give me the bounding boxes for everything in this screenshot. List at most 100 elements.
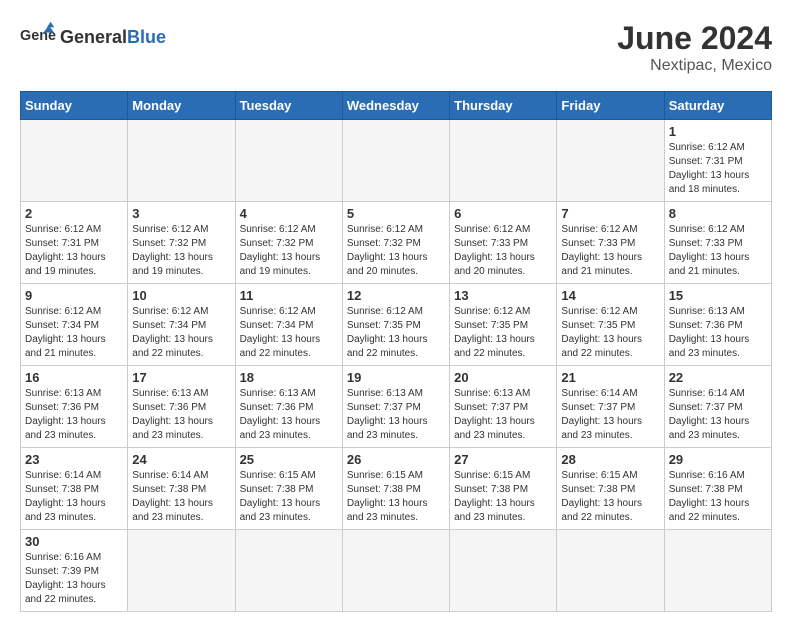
day-number: 7	[561, 206, 659, 221]
logo-blue-text: Blue	[127, 27, 166, 47]
day-number: 29	[669, 452, 767, 467]
day-number: 13	[454, 288, 552, 303]
weekday-header-monday: Monday	[128, 92, 235, 120]
day-info: Sunrise: 6:12 AM Sunset: 7:33 PM Dayligh…	[454, 223, 552, 279]
day-info: Sunrise: 6:15 AM Sunset: 7:38 PM Dayligh…	[347, 469, 445, 525]
calendar-cell	[128, 120, 235, 202]
day-number: 26	[347, 452, 445, 467]
day-number: 5	[347, 206, 445, 221]
calendar-cell: 23 Sunrise: 6:14 AM Sunset: 7:38 PM Dayli…	[21, 448, 128, 530]
calendar-cell: 13 Sunrise: 6:12 AM Sunset: 7:35 PM Dayli…	[450, 284, 557, 366]
day-number: 18	[240, 370, 338, 385]
day-number: 25	[240, 452, 338, 467]
day-number: 3	[132, 206, 230, 221]
day-info: Sunrise: 6:12 AM Sunset: 7:32 PM Dayligh…	[132, 223, 230, 279]
day-info: Sunrise: 6:13 AM Sunset: 7:36 PM Dayligh…	[25, 387, 123, 443]
day-number: 8	[669, 206, 767, 221]
weekday-header-sunday: Sunday	[21, 92, 128, 120]
calendar-cell: 21 Sunrise: 6:14 AM Sunset: 7:37 PM Dayli…	[557, 366, 664, 448]
calendar-cell: 6Sunrise: 6:12 AM Sunset: 7:33 PM Daylig…	[450, 202, 557, 284]
weekday-header-row: SundayMondayTuesdayWednesdayThursdayFrid…	[21, 92, 772, 120]
calendar-cell: 20Sunrise: 6:13 AM Sunset: 7:37 PM Dayli…	[450, 366, 557, 448]
day-number: 23	[25, 452, 123, 467]
day-info: Sunrise: 6:12 AM Sunset: 7:31 PM Dayligh…	[25, 223, 123, 279]
calendar-cell: 18 Sunrise: 6:13 AM Sunset: 7:36 PM Dayli…	[235, 366, 342, 448]
day-number: 27	[454, 452, 552, 467]
day-info: Sunrise: 6:14 AM Sunset: 7:38 PM Dayligh…	[132, 469, 230, 525]
day-number: 28	[561, 452, 659, 467]
day-info: Sunrise: 6:14 AM Sunset: 7:37 PM Dayligh…	[561, 387, 659, 443]
calendar-week-2: 2 Sunrise: 6:12 AM Sunset: 7:31 PM Daylig…	[21, 202, 772, 284]
calendar-cell	[342, 120, 449, 202]
day-info: Sunrise: 6:12 AM Sunset: 7:34 PM Dayligh…	[240, 305, 338, 361]
day-number: 12	[347, 288, 445, 303]
day-info: Sunrise: 6:12 AM Sunset: 7:31 PM Dayligh…	[669, 141, 767, 197]
calendar-cell: 2 Sunrise: 6:12 AM Sunset: 7:31 PM Daylig…	[21, 202, 128, 284]
day-info: Sunrise: 6:16 AM Sunset: 7:38 PM Dayligh…	[669, 469, 767, 525]
day-info: Sunrise: 6:12 AM Sunset: 7:35 PM Dayligh…	[347, 305, 445, 361]
day-info: Sunrise: 6:15 AM Sunset: 7:38 PM Dayligh…	[454, 469, 552, 525]
day-number: 2	[25, 206, 123, 221]
month-year: June 2024	[617, 20, 772, 57]
day-info: Sunrise: 6:13 AM Sunset: 7:36 PM Dayligh…	[132, 387, 230, 443]
calendar-cell: 30 Sunrise: 6:16 AM Sunset: 7:39 PM Dayli…	[21, 530, 128, 612]
day-number: 1	[669, 124, 767, 139]
calendar-cell: 17 Sunrise: 6:13 AM Sunset: 7:36 PM Dayli…	[128, 366, 235, 448]
calendar-cell: 10Sunrise: 6:12 AM Sunset: 7:34 PM Dayli…	[128, 284, 235, 366]
day-number: 15	[669, 288, 767, 303]
day-info: Sunrise: 6:12 AM Sunset: 7:32 PM Dayligh…	[347, 223, 445, 279]
weekday-header-tuesday: Tuesday	[235, 92, 342, 120]
calendar-cell	[557, 530, 664, 612]
day-info: Sunrise: 6:13 AM Sunset: 7:37 PM Dayligh…	[454, 387, 552, 443]
calendar-cell: 7 Sunrise: 6:12 AM Sunset: 7:33 PM Daylig…	[557, 202, 664, 284]
day-info: Sunrise: 6:12 AM Sunset: 7:34 PM Dayligh…	[25, 305, 123, 361]
day-number: 11	[240, 288, 338, 303]
day-info: Sunrise: 6:12 AM Sunset: 7:35 PM Dayligh…	[454, 305, 552, 361]
day-info: Sunrise: 6:13 AM Sunset: 7:36 PM Dayligh…	[669, 305, 767, 361]
day-info: Sunrise: 6:14 AM Sunset: 7:37 PM Dayligh…	[669, 387, 767, 443]
calendar-week-4: 16Sunrise: 6:13 AM Sunset: 7:36 PM Dayli…	[21, 366, 772, 448]
logo: General GeneralBlue	[20, 20, 166, 56]
day-info: Sunrise: 6:14 AM Sunset: 7:38 PM Dayligh…	[25, 469, 123, 525]
day-number: 9	[25, 288, 123, 303]
calendar-week-5: 23 Sunrise: 6:14 AM Sunset: 7:38 PM Dayli…	[21, 448, 772, 530]
calendar-cell: 19Sunrise: 6:13 AM Sunset: 7:37 PM Dayli…	[342, 366, 449, 448]
day-info: Sunrise: 6:16 AM Sunset: 7:39 PM Dayligh…	[25, 551, 123, 607]
calendar-cell: 14Sunrise: 6:12 AM Sunset: 7:35 PM Dayli…	[557, 284, 664, 366]
calendar-cell: 11 Sunrise: 6:12 AM Sunset: 7:34 PM Dayli…	[235, 284, 342, 366]
weekday-header-friday: Friday	[557, 92, 664, 120]
day-number: 19	[347, 370, 445, 385]
calendar-cell: 22 Sunrise: 6:14 AM Sunset: 7:37 PM Dayli…	[664, 366, 771, 448]
calendar-cell: 12 Sunrise: 6:12 AM Sunset: 7:35 PM Dayli…	[342, 284, 449, 366]
weekday-header-thursday: Thursday	[450, 92, 557, 120]
calendar-cell: 4Sunrise: 6:12 AM Sunset: 7:32 PM Daylig…	[235, 202, 342, 284]
calendar-week-1: 1 Sunrise: 6:12 AM Sunset: 7:31 PM Daylig…	[21, 120, 772, 202]
logo-general: General	[60, 27, 127, 47]
day-number: 17	[132, 370, 230, 385]
calendar-cell	[557, 120, 664, 202]
day-number: 21	[561, 370, 659, 385]
calendar-cell	[21, 120, 128, 202]
calendar-cell: 1 Sunrise: 6:12 AM Sunset: 7:31 PM Daylig…	[664, 120, 771, 202]
calendar-cell: 26 Sunrise: 6:15 AM Sunset: 7:38 PM Dayli…	[342, 448, 449, 530]
calendar-cell: 3 Sunrise: 6:12 AM Sunset: 7:32 PM Daylig…	[128, 202, 235, 284]
calendar-cell: 29 Sunrise: 6:16 AM Sunset: 7:38 PM Dayli…	[664, 448, 771, 530]
calendar-cell: 9 Sunrise: 6:12 AM Sunset: 7:34 PM Daylig…	[21, 284, 128, 366]
calendar-cell: 27 Sunrise: 6:15 AM Sunset: 7:38 PM Dayli…	[450, 448, 557, 530]
calendar-cell: 5 Sunrise: 6:12 AM Sunset: 7:32 PM Daylig…	[342, 202, 449, 284]
calendar-cell: 16Sunrise: 6:13 AM Sunset: 7:36 PM Dayli…	[21, 366, 128, 448]
calendar-cell	[128, 530, 235, 612]
title-block: June 2024 Nextipac, Mexico	[617, 20, 772, 75]
day-number: 22	[669, 370, 767, 385]
day-info: Sunrise: 6:12 AM Sunset: 7:34 PM Dayligh…	[132, 305, 230, 361]
day-number: 30	[25, 534, 123, 549]
day-number: 24	[132, 452, 230, 467]
day-info: Sunrise: 6:12 AM Sunset: 7:32 PM Dayligh…	[240, 223, 338, 279]
day-info: Sunrise: 6:12 AM Sunset: 7:33 PM Dayligh…	[669, 223, 767, 279]
weekday-header-saturday: Saturday	[664, 92, 771, 120]
day-info: Sunrise: 6:13 AM Sunset: 7:36 PM Dayligh…	[240, 387, 338, 443]
calendar-cell: 28Sunrise: 6:15 AM Sunset: 7:38 PM Dayli…	[557, 448, 664, 530]
page-header: General GeneralBlue June 2024 Nextipac, …	[20, 20, 772, 75]
calendar-cell: 8 Sunrise: 6:12 AM Sunset: 7:33 PM Daylig…	[664, 202, 771, 284]
day-info: Sunrise: 6:12 AM Sunset: 7:33 PM Dayligh…	[561, 223, 659, 279]
